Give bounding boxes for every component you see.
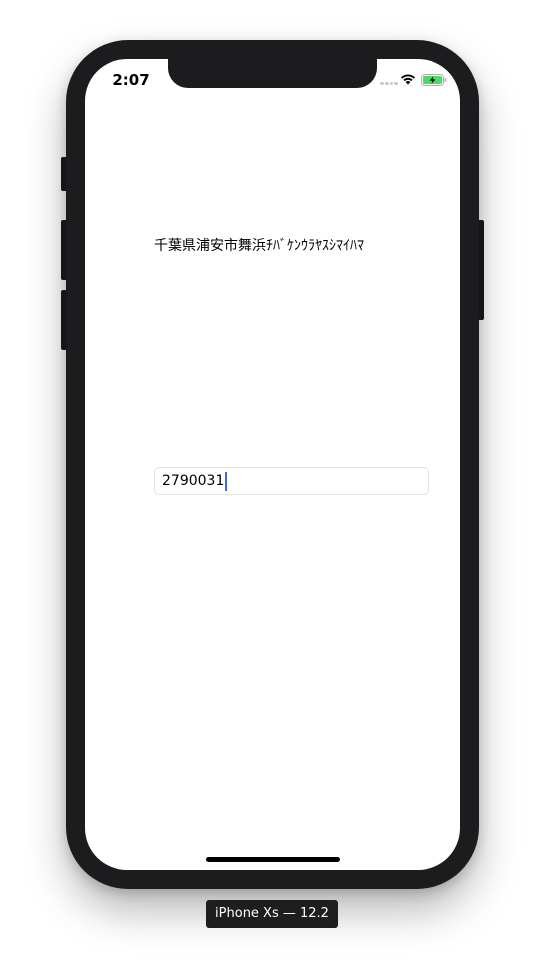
- simulator-device-label: iPhone Xs — 12.2: [206, 900, 338, 928]
- address-label: 千葉県浦安市舞浜ﾁﾊﾞｹﾝｳﾗﾔｽｼﾏｲﾊﾏ: [154, 238, 364, 254]
- status-time: 2:07: [112, 71, 150, 89]
- zip-code-value: 2790031: [162, 473, 225, 489]
- signal-dots-icon: [380, 82, 398, 86]
- notch: [168, 59, 377, 88]
- wifi-icon: [401, 74, 415, 85]
- home-indicator[interactable]: [206, 857, 340, 862]
- device-screen: [85, 59, 460, 870]
- battery-charging-icon: [421, 74, 447, 86]
- zip-code-input[interactable]: 2790031: [154, 467, 429, 495]
- simulator-stage: 2:07 千葉県浦安市舞浜ﾁﾊﾞｹﾝｳﾗﾔｽｼﾏｲﾊﾏ 2790031 iPho…: [0, 0, 545, 964]
- text-cursor: [225, 471, 228, 491]
